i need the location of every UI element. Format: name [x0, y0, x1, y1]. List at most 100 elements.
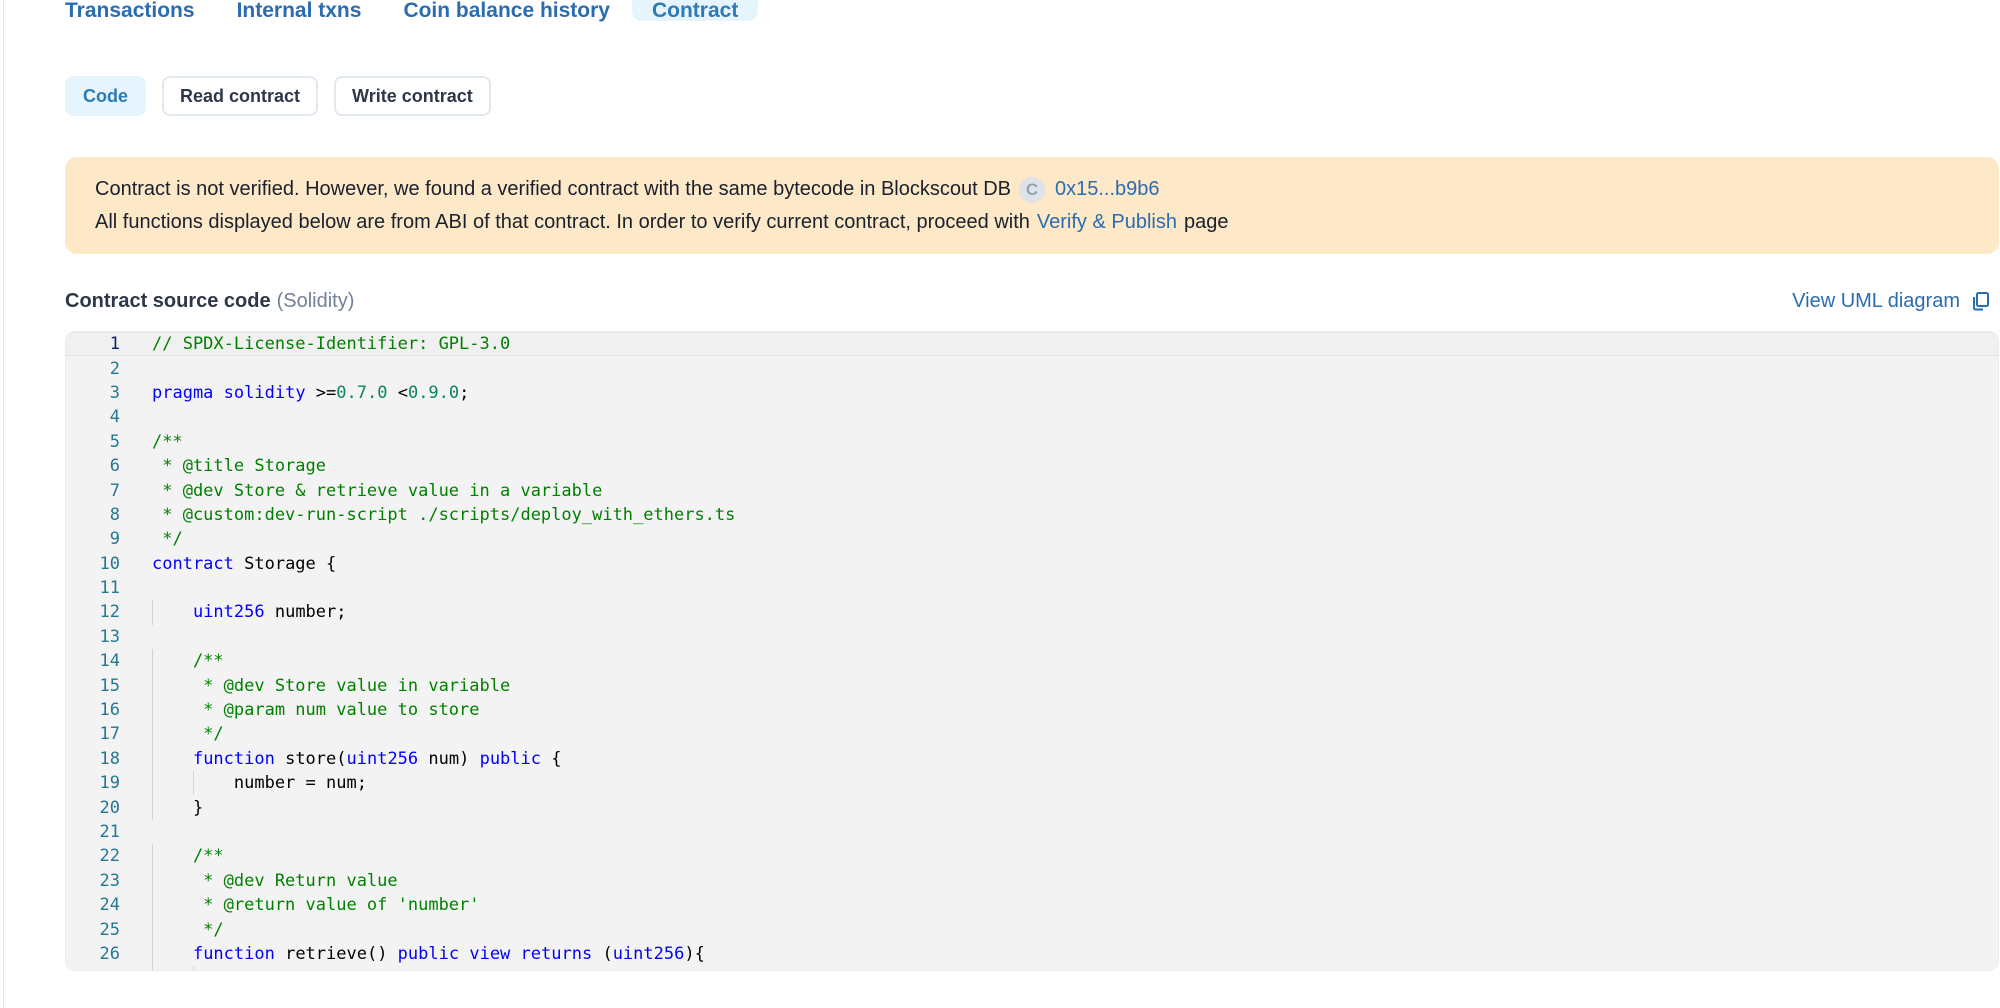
address-tabs: Transactions Internal txns Coin balance …: [65, 0, 760, 34]
line-number: 9: [109, 529, 120, 550]
contract-subtabs: Code Read contract Write contract: [65, 76, 491, 116]
code-text: number = num;: [152, 773, 367, 794]
line-number: 7: [109, 480, 120, 501]
alert-text: Contract is not verified. However, we fo…: [95, 178, 1011, 200]
line-number: 22: [99, 846, 120, 867]
alert-line-1: Contract is not verified. However, we fo…: [95, 173, 1969, 206]
tab-transactions[interactable]: Transactions: [45, 0, 215, 21]
code-text: * @title Storage: [152, 456, 326, 477]
line-number: 3: [109, 382, 120, 403]
code-line: 11: [66, 576, 1998, 600]
subtab-read-contract[interactable]: Read contract: [162, 76, 319, 116]
code-text: */: [152, 724, 224, 745]
code-text: */: [152, 919, 224, 940]
copy-icon[interactable]: [1970, 290, 1992, 312]
line-number: 19: [99, 773, 120, 794]
code-text: * @dev Return value: [152, 870, 398, 891]
tab-internal-txns[interactable]: Internal txns: [217, 0, 382, 21]
code-text: * @param num value to store: [152, 700, 480, 721]
subtab-code[interactable]: Code: [65, 76, 146, 116]
code-line: 22 /**: [66, 844, 1998, 869]
tab-contract[interactable]: Contract: [631, 0, 759, 21]
line-number: 13: [99, 626, 120, 647]
line-number: 17: [99, 724, 120, 745]
code-line: 9 */: [66, 527, 1998, 551]
code-text: contract Storage {: [152, 553, 337, 574]
code-text: * @dev Store value in variable: [152, 675, 511, 696]
line-number: 5: [109, 431, 120, 452]
line-number: 15: [99, 675, 120, 696]
line-number: 8: [109, 504, 120, 525]
code-line: 18 function store(uint256 num) public {: [66, 746, 1998, 772]
code-line: 12 uint256 number;: [66, 600, 1998, 625]
code-text: pragma solidity >=0.7.0 <0.9.0;: [152, 382, 470, 403]
code-line: 23 * @dev Return value: [66, 868, 1998, 893]
code-line: 24 * @return value of 'number': [66, 892, 1998, 918]
code-text: * @return value of 'number': [152, 895, 480, 916]
code-text: // SPDX-License-Identifier: GPL-3.0: [152, 334, 511, 355]
code-line: 17 */: [66, 722, 1998, 747]
code-line: 26 function retrieve() public view retur…: [66, 941, 1998, 967]
line-number: 4: [109, 407, 120, 428]
line-number: 23: [99, 870, 120, 891]
code-line: 27 return number;: [66, 966, 1998, 970]
code-line: 20 }: [66, 795, 1998, 820]
left-divider: [3, 0, 4, 1008]
code-text: function retrieve() public view returns …: [192, 943, 705, 964]
code-text: /**: [152, 431, 183, 452]
indent-guide: [152, 722, 153, 747]
code-line: 19 number = num;: [66, 771, 1998, 796]
line-number: 24: [99, 895, 120, 916]
indent-guide: [192, 966, 194, 970]
unverified-contract-alert: Contract is not verified. However, we fo…: [65, 157, 1999, 254]
indent-guide: [152, 844, 153, 869]
line-number: 14: [99, 651, 120, 672]
alert-text-suffix: page: [1183, 211, 1229, 233]
code-text: * @custom:dev-run-script ./scripts/deplo…: [152, 504, 736, 525]
source-language: (Solidity): [276, 289, 355, 312]
verified-contract-address-link[interactable]: 0x15...b9b6: [1055, 178, 1160, 201]
code-text: /**: [152, 846, 224, 867]
code-line: 6 * @title Storage: [66, 454, 1998, 478]
verify-publish-link[interactable]: Verify & Publish: [1037, 211, 1177, 234]
code-text: }: [152, 797, 204, 818]
line-number: 11: [99, 578, 120, 599]
code-line: 14 /**: [66, 649, 1998, 674]
subtab-write-contract[interactable]: Write contract: [334, 76, 491, 116]
indent-guide: [152, 941, 153, 967]
indent-guide: [152, 892, 153, 918]
code-line: 10 contract Storage {: [66, 552, 1998, 576]
code-line: 4: [66, 405, 1998, 429]
indent-guide: [152, 966, 153, 970]
code-editor[interactable]: 1// SPDX-License-Identifier: GPL-3.0 2 3 pr…: [65, 331, 1999, 971]
alert-line-2: All functions displayed below are from A…: [95, 206, 1969, 239]
contract-avatar-icon: C: [1019, 176, 1045, 203]
tab-coin-balance-history[interactable]: Coin balance history: [383, 0, 630, 21]
indent-guide: [152, 697, 153, 723]
line-number: 26: [99, 943, 120, 964]
alert-text: All functions displayed below are from A…: [95, 211, 1030, 233]
code-line: 5 /**: [66, 430, 1998, 454]
tab-label: Internal txns: [236, 0, 362, 22]
indent-guide: [192, 771, 194, 796]
indent-guide: [152, 795, 153, 820]
code-text: * @dev Store & retrieve value in a varia…: [152, 480, 603, 501]
indent-guide: [152, 600, 153, 625]
line-number: 18: [99, 748, 120, 769]
line-number: 16: [99, 700, 120, 721]
line-number: 27: [66, 968, 120, 970]
indent-guide: [152, 673, 153, 698]
line-number: 21: [99, 822, 120, 842]
code-line: 15 * @dev Store value in variable: [66, 673, 1998, 698]
source-code-header: Contract source code (Solidity) View UML …: [65, 286, 2000, 316]
code-line: 8 * @custom:dev-run-script ./scripts/dep…: [66, 503, 1998, 527]
indent-guide: [152, 771, 153, 796]
code-line: 3 pragma solidity >=0.7.0 <0.9.0;: [66, 381, 1998, 405]
indent-guide: [152, 746, 153, 772]
code-text: /**: [152, 651, 224, 672]
tab-label: Coin balance history: [403, 0, 610, 22]
view-uml-diagram-link[interactable]: View UML diagram: [1792, 290, 1960, 313]
line-number: 25: [99, 919, 120, 940]
code-line: 7 * @dev Store & retrieve value in a var…: [66, 478, 1998, 502]
line-number: 12: [99, 602, 120, 623]
